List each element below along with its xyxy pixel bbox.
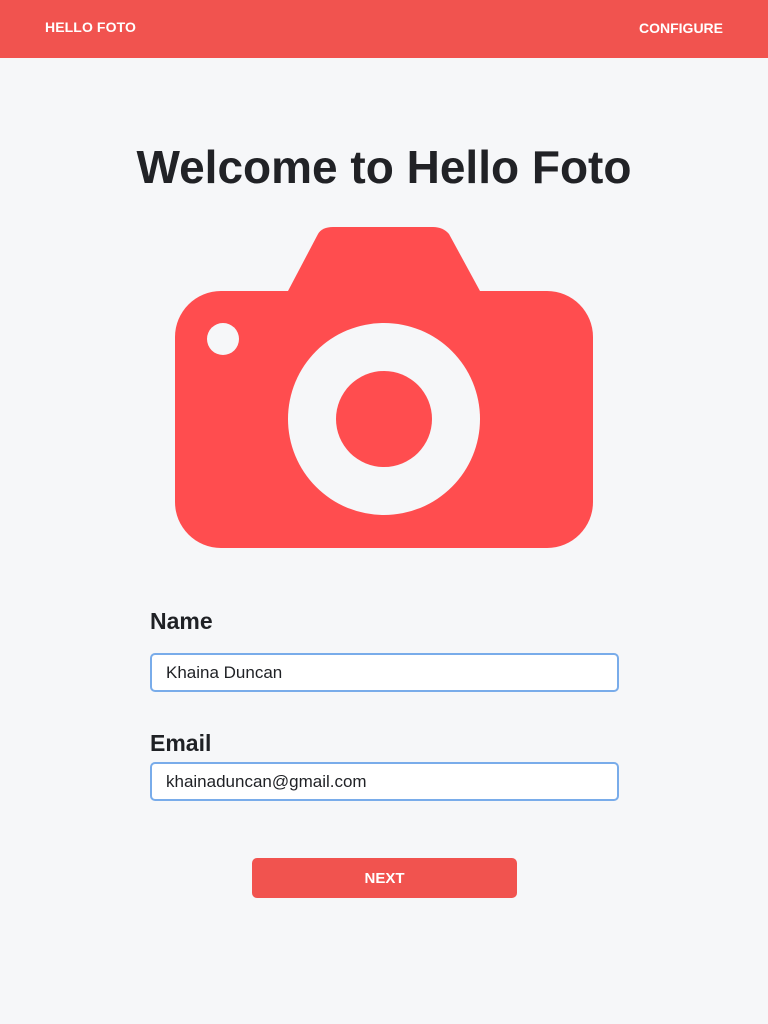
name-label: Name [150,608,213,634]
app-brand: HELLO FOTO [45,19,136,35]
email-label: Email [150,730,212,756]
name-input[interactable] [150,653,619,692]
email-input[interactable] [150,762,619,801]
camera-icon [175,227,593,548]
top-app-bar: HELLO FOTO CONFIGURE [0,0,768,58]
next-button[interactable]: NEXT [252,858,517,898]
configure-button[interactable]: CONFIGURE [639,20,723,36]
page-title: Welcome to Hello Foto [136,141,632,193]
